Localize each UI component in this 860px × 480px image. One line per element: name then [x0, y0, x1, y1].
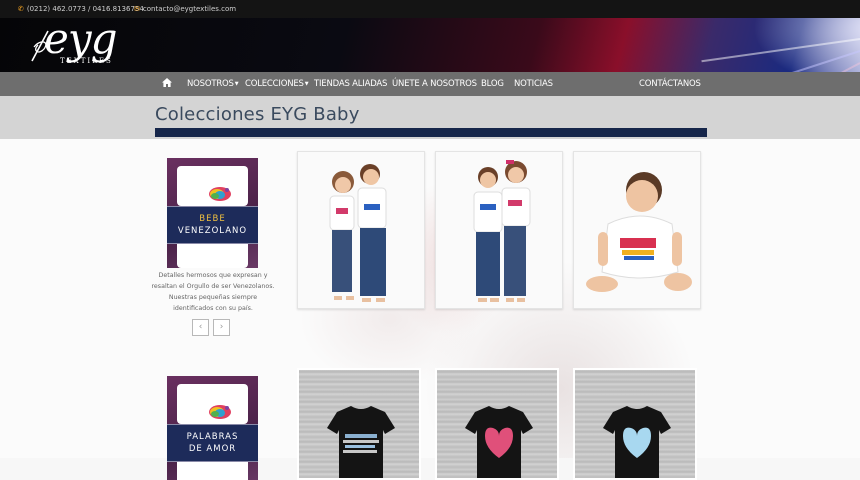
email-contact[interactable]: ✉ contacto@eygtextiles.com: [134, 0, 236, 18]
nav-item-label: NOSOTROS: [187, 79, 234, 89]
product-photo-shirt-3[interactable]: [573, 368, 697, 480]
collection-card-bebe-venezolano[interactable]: BEBE VENEZOLANO: [167, 158, 258, 268]
main-nav: NOSOTROS▼ COLECCIONES▼ TIENDAS ALIADAS Ú…: [0, 72, 860, 96]
nav-item-unete[interactable]: ÚNETE A NOSOTROS: [392, 72, 477, 96]
logo-wordmark: eyg: [44, 14, 117, 63]
nav-item-contactanos[interactable]: CONTÁCTANOS: [639, 72, 701, 96]
page-title: Colecciones EYG Baby: [155, 104, 360, 125]
card-white-top: [177, 166, 248, 206]
badge-line-2: DE AMOR: [188, 444, 237, 454]
chevron-left-icon: ‹: [198, 322, 203, 332]
bird-logo-icon: [209, 187, 231, 201]
card-white-bottom: [177, 244, 248, 268]
product-photo-shirt-1[interactable]: [297, 368, 421, 480]
caret-down-icon: ▼: [304, 81, 309, 87]
collection-description: Detalles hermosos que expresan y resalta…: [151, 272, 275, 312]
chevron-right-icon: ›: [219, 322, 224, 332]
kids-pair-image: [298, 152, 424, 308]
card-badge: PALABRAS DE AMOR: [167, 424, 258, 462]
nav-item-blog[interactable]: BLOG: [481, 72, 504, 96]
product-photo-kids-1[interactable]: [297, 151, 425, 309]
bottom-band: [0, 458, 860, 480]
nav-item-nosotros[interactable]: NOSOTROS▼: [187, 72, 239, 96]
nav-item-label: COLECCIONES: [245, 79, 304, 89]
phone-number: (0212) 462.0773 / 0416.8136754: [26, 5, 144, 13]
envelope-icon: ✉: [134, 5, 140, 13]
product-photo-baby[interactable]: [573, 151, 701, 309]
caret-down-icon: ▼: [234, 81, 239, 87]
nav-item-colecciones[interactable]: COLECCIONES▼: [245, 72, 309, 96]
baby-onesie-image: [574, 152, 700, 308]
collection-card-palabras-de-amor[interactable]: PALABRAS DE AMOR: [167, 376, 258, 480]
nav-item-noticias[interactable]: NOTICIAS: [514, 72, 553, 96]
bird-logo-icon: [209, 405, 231, 419]
card-white-top: [177, 384, 248, 424]
carousel-next-button[interactable]: ›: [213, 319, 230, 336]
black-tshirt-image: [327, 406, 395, 478]
phone-icon: ✆: [18, 5, 24, 13]
background-photo-faded: [0, 139, 860, 459]
black-tshirt-image: [465, 406, 533, 478]
kids-pair-image: [436, 152, 562, 308]
black-tshirt-image: [603, 406, 671, 478]
home-nav-link[interactable]: [162, 72, 172, 96]
contact-bar: ✆ (0212) 462.0773 / 0416.8136754 ✉ contact…: [0, 0, 860, 18]
card-badge: BEBE VENEZOLANO: [167, 206, 258, 244]
product-photo-shirt-2[interactable]: [435, 368, 559, 480]
site-header: eyg TEXTILES: [0, 17, 860, 107]
badge-line-1: PALABRAS: [186, 432, 239, 442]
badge-line-1: BEBE: [199, 214, 226, 224]
badge-line-2: VENEZOLANO: [177, 226, 248, 236]
product-photo-kids-2[interactable]: [435, 151, 563, 309]
title-accent-bar: [155, 128, 707, 137]
nav-item-tiendas-aliadas[interactable]: TIENDAS ALIADAS: [314, 72, 387, 96]
site-logo[interactable]: eyg TEXTILES: [30, 17, 160, 71]
carousel-prev-button[interactable]: ‹: [192, 319, 209, 336]
home-icon: [162, 78, 172, 87]
card-white-bottom: [177, 462, 248, 480]
email-address: contacto@eygtextiles.com: [142, 5, 237, 13]
logo-subtitle: TEXTILES: [60, 57, 113, 65]
